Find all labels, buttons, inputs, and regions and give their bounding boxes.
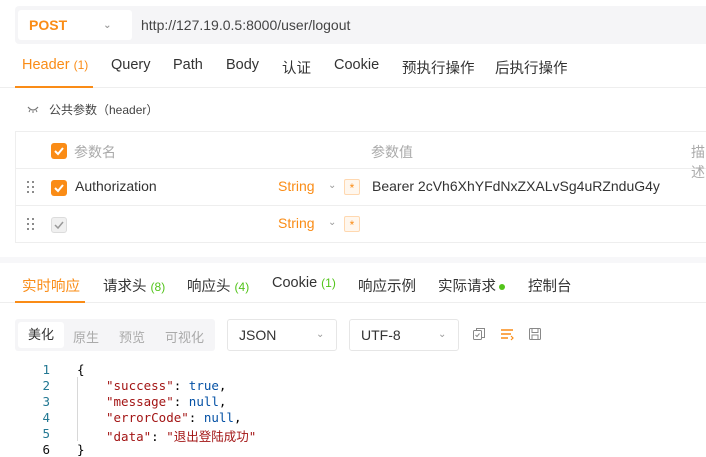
method-label: POST [29, 17, 68, 33]
method-select[interactable]: POST ⌄ [18, 10, 132, 40]
json-key: "success" [106, 378, 174, 393]
chevron-down-icon: ⌄ [103, 19, 112, 31]
line-number: 2 [42, 378, 50, 393]
request-tabs: Header (1) Query Path Body 认证 Cookie 预执行… [0, 50, 706, 88]
status-dot-icon [499, 284, 505, 291]
json-sep: , [233, 410, 242, 425]
format-mode-segment: 美化 原生 预览 可视化 [15, 319, 215, 351]
tab-auth[interactable]: 认证 [282, 57, 311, 78]
save-icon[interactable] [528, 327, 542, 341]
col-param-name: 参数名 [74, 144, 116, 160]
active-tab-indicator [15, 86, 93, 88]
tab-realtime-response[interactable]: 实时响应 [22, 275, 80, 296]
json-key: "errorCode" [106, 410, 189, 425]
format-select-value: JSON [239, 327, 277, 343]
code-text: } [77, 442, 85, 457]
param-type-select[interactable]: String [278, 215, 315, 231]
line-number: 4 [42, 410, 50, 425]
line-number: 1 [42, 362, 50, 377]
param-enabled-checkbox[interactable] [51, 180, 67, 196]
tab-header-label: Header [22, 57, 70, 73]
tab-actual-request-label: 实际请求 [438, 279, 496, 295]
required-toggle[interactable]: * [344, 216, 360, 232]
tab-console[interactable]: 控制台 [528, 275, 572, 296]
code-line: 6 } [0, 442, 706, 457]
code-line: 1 { [0, 362, 706, 378]
json-sep: , [218, 394, 227, 409]
json-value: true [188, 378, 219, 393]
tab-header-count: (1) [73, 58, 89, 72]
format-select[interactable]: JSON ⌄ [227, 319, 337, 351]
params-header-row: 参数名 参数值 描述 [16, 132, 706, 180]
url-input[interactable]: http://127.19.0.5:8000/user/logout [141, 17, 350, 33]
tab-query[interactable]: Query [111, 57, 151, 73]
drag-handle-icon[interactable] [27, 181, 35, 193]
copy-icon[interactable] [472, 327, 486, 341]
drag-handle-icon[interactable] [27, 218, 35, 230]
params-table: 参数名 参数值 描述 Authorization String ⌄ * Bear… [15, 131, 706, 243]
tab-response-headers[interactable]: 响应头 (4) [187, 275, 249, 296]
params-section-header[interactable]: 公共参数（header） [27, 101, 158, 118]
tab-response-cookie[interactable]: Cookie (1) [272, 275, 336, 291]
chevron-down-icon: ⌄ [328, 217, 337, 228]
required-toggle[interactable]: * [344, 179, 360, 195]
chevron-down-icon: ⌄ [316, 329, 325, 340]
indent-guide [77, 377, 78, 441]
encoding-select-value: UTF-8 [361, 327, 401, 343]
tab-actual-request[interactable]: 实际请求 [438, 275, 505, 296]
tab-post-script[interactable]: 后执行操作 [495, 57, 568, 78]
param-type-select[interactable]: String [278, 178, 315, 194]
code-text: "message": null, [106, 394, 227, 409]
format-lines-icon[interactable] [500, 327, 514, 341]
code-text: { [77, 362, 85, 377]
tab-request-headers[interactable]: 请求头 (8) [103, 275, 165, 296]
tab-body[interactable]: Body [226, 57, 259, 73]
tab-cookie[interactable]: Cookie [334, 57, 379, 73]
mode-raw[interactable]: 原生 [73, 327, 99, 346]
param-row: Authorization String ⌄ * Bearer 2cVh6XhY… [16, 169, 706, 206]
json-value: null [188, 394, 219, 409]
tab-response-headers-count: (4) [234, 280, 250, 294]
code-line: 2 "success": true, [0, 378, 706, 394]
tab-response-example[interactable]: 响应示例 [358, 275, 416, 296]
line-number: 6 [42, 442, 50, 457]
tab-response-cookie-count: (1) [321, 276, 336, 290]
tab-request-headers-label: 请求头 [103, 279, 147, 295]
tab-request-headers-count: (8) [150, 280, 166, 294]
chevron-down-icon: ⌄ [438, 329, 447, 340]
url-bar: POST ⌄ http://127.19.0.5:8000/user/logou… [15, 6, 706, 44]
response-tabs: 实时响应 请求头 (8) 响应头 (4) Cookie (1) 响应示例 实际请… [0, 263, 706, 303]
param-row: String ⌄ * [16, 206, 706, 243]
collapse-eye-icon[interactable] [27, 104, 39, 116]
mode-visualize[interactable]: 可视化 [165, 327, 204, 346]
json-value: null [203, 410, 234, 425]
code-line: 4 "errorCode": null, [0, 410, 706, 426]
code-text: "success": true, [106, 378, 227, 393]
col-param-value: 参数值 [371, 144, 413, 160]
line-number: 5 [42, 426, 50, 441]
tab-path[interactable]: Path [173, 57, 203, 73]
param-name-input[interactable]: Authorization [75, 178, 157, 194]
tab-response-cookie-label: Cookie [272, 275, 318, 291]
encoding-select[interactable]: UTF-8 ⌄ [349, 319, 459, 351]
mode-pretty[interactable]: 美化 [18, 322, 64, 348]
tab-response-headers-label: 响应头 [187, 279, 231, 295]
code-line: 3 "message": null, [0, 394, 706, 410]
param-enabled-checkbox[interactable] [51, 217, 67, 233]
code-line: 5 "data": "退出登陆成功" [0, 426, 706, 444]
param-value-input[interactable]: Bearer 2cVh6XhYFdNxZXALvSg4uRZnduG4y [372, 178, 660, 194]
params-section-title: 公共参数（header） [49, 103, 159, 117]
json-sep: , [218, 378, 227, 393]
line-number: 3 [42, 394, 50, 409]
chevron-down-icon: ⌄ [328, 180, 337, 191]
active-tab-indicator [15, 301, 85, 303]
json-key: "message" [106, 394, 174, 409]
select-all-checkbox[interactable] [51, 143, 67, 159]
tab-pre-script[interactable]: 预执行操作 [402, 57, 475, 78]
mode-preview[interactable]: 预览 [119, 327, 145, 346]
tab-header[interactable]: Header (1) [22, 57, 88, 73]
code-text: "errorCode": null, [106, 410, 242, 425]
